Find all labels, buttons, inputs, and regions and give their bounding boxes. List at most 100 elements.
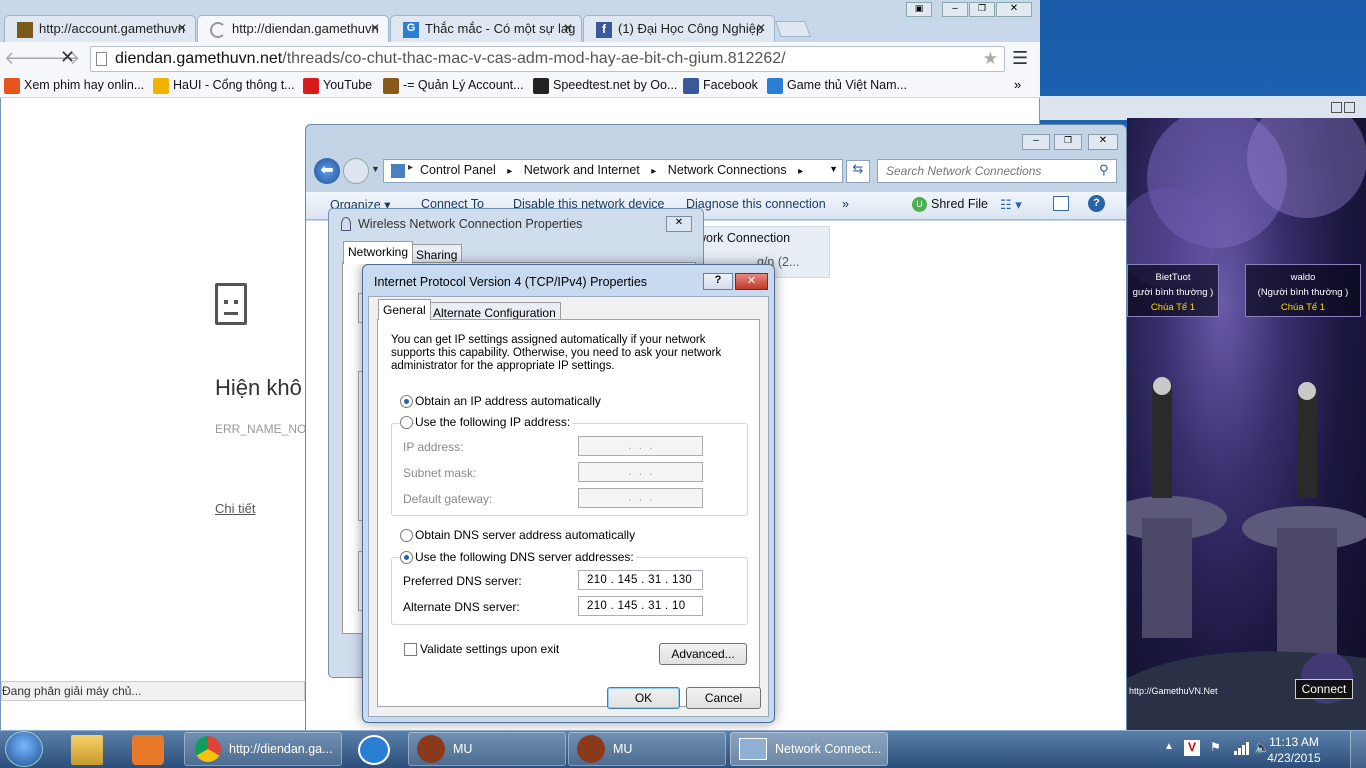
taskbar-item-mu[interactable]: MU <box>568 732 726 766</box>
explorer-address-bar[interactable]: ▸ Control Panel ▸ Network and Internet ▸… <box>383 159 843 183</box>
breadcrumb-arrow-icon[interactable]: ▸ <box>798 166 803 177</box>
view-options-icon[interactable]: ☷ ▾ <box>1000 197 1022 213</box>
bookmark-item[interactable]: HaUI - Cổng thông t... <box>153 78 295 94</box>
close-window-icon[interactable]: ✕ <box>996 2 1032 17</box>
forward-icon[interactable] <box>343 158 369 184</box>
page-icon <box>96 52 107 66</box>
close-tab-icon[interactable]: ✕ <box>756 21 766 35</box>
close-tab-icon[interactable]: ✕ <box>177 21 187 35</box>
use-following-ip-label[interactable]: Use the following IP address: <box>415 415 573 429</box>
more-bookmarks-icon[interactable]: » <box>1014 77 1021 92</box>
preferred-dns-field[interactable]: 210 . 145 . 31 . 130 <box>578 570 703 590</box>
breadcrumb-arrow-icon[interactable]: ▸ <box>408 162 413 173</box>
bookmark-item[interactable]: Game thủ Việt Nam... <box>767 78 907 94</box>
details-link[interactable]: Chi tiết <box>215 501 255 516</box>
restore-icon[interactable]: ❐ <box>969 2 995 17</box>
breadcrumb-arrow-icon[interactable]: ▸ <box>507 166 512 177</box>
tab-alternate-configuration[interactable]: Alternate Configuration <box>428 302 561 320</box>
connection-name: work Connection <box>697 231 791 245</box>
minimize-icon[interactable]: – <box>1022 134 1050 150</box>
browser-tab[interactable]: G Thắc mắc - Có một sự lag ✕ <box>390 15 582 42</box>
stop-loading-icon[interactable]: ✕ <box>60 47 75 68</box>
taskbar-item-mu[interactable]: MU <box>408 732 566 766</box>
breadcrumb-arrow-icon[interactable]: ▸ <box>651 166 656 177</box>
close-tab-icon[interactable]: ✕ <box>563 21 573 35</box>
user-icon[interactable]: ▣ <box>906 2 932 17</box>
browser-compass-icon[interactable] <box>358 735 390 765</box>
browser-tab-active[interactable]: http://diendan.gamethuvn ✕ <box>197 15 389 42</box>
show-hidden-icons-icon[interactable]: ▲ <box>1164 741 1174 752</box>
bookmark-item[interactable]: Speedtest.net by Oo... <box>533 78 677 94</box>
bookmark-item[interactable]: Facebook <box>683 78 758 94</box>
player-card-2[interactable]: waldo (Người bình thường ) Chúa Tể 1 <box>1245 264 1361 317</box>
tab-label: http://diendan.gamethuvn <box>232 21 379 36</box>
antivirus-tray-icon[interactable]: V <box>1184 740 1200 756</box>
close-dialog-icon[interactable]: ✕ <box>666 216 692 232</box>
refresh-icon[interactable]: ⇆ <box>846 160 870 183</box>
bookmark-item[interactable]: -= Quản Lý Account... <box>383 78 524 94</box>
preview-pane-icon[interactable] <box>1053 196 1069 211</box>
media-player-icon[interactable] <box>132 735 164 765</box>
chrome-menu-icon[interactable]: ☰ <box>1012 48 1028 69</box>
shred-file-button[interactable]: Shred File <box>931 197 988 211</box>
breadcrumb-item[interactable]: Network and Internet <box>524 163 640 177</box>
advanced-button[interactable]: Advanced... <box>659 643 747 665</box>
address-bar[interactable]: diendan.gamethuvn.net/threads/co-chut-th… <box>90 46 1005 72</box>
validate-checkbox[interactable] <box>404 643 417 656</box>
obtain-ip-auto-label[interactable]: Obtain an IP address automatically <box>415 394 601 408</box>
tab-networking[interactable]: Networking <box>343 241 414 264</box>
validate-label[interactable]: Validate settings upon exit <box>420 642 559 656</box>
game-window-titlebar[interactable] <box>1040 96 1366 120</box>
file-explorer-icon[interactable] <box>71 735 103 765</box>
explorer-window-controls: – ❐ ✕ <box>1022 134 1120 152</box>
ip-address-field[interactable]: . . . <box>578 436 703 456</box>
bookmark-item[interactable]: YouTube <box>303 78 372 94</box>
back-icon[interactable]: ⬅ <box>314 158 340 184</box>
new-tab-button[interactable] <box>775 21 811 37</box>
taskbar-item-chrome[interactable]: http://diendan.ga... <box>184 732 342 766</box>
gamethu-favicon-icon: G <box>403 22 419 38</box>
ok-button[interactable]: OK <box>607 687 680 709</box>
alternate-dns-field[interactable]: 210 . 145 . 31 . 10 <box>578 596 703 616</box>
wifi-signal-icon[interactable] <box>1234 741 1250 755</box>
bookmark-item[interactable]: Xem phim hay onlin... <box>4 78 144 94</box>
browser-tab[interactable]: http://account.gamethuvn ✕ <box>4 15 196 42</box>
browser-tab[interactable]: f (1) Đại Học Công Nghiệp ✕ <box>583 15 775 42</box>
use-following-ip-radio[interactable] <box>400 416 413 429</box>
use-following-dns-radio[interactable] <box>400 551 413 564</box>
obtain-ip-auto-radio[interactable] <box>400 395 413 408</box>
search-input[interactable]: Search Network Connections <box>877 159 1117 183</box>
tab-sharing[interactable]: Sharing <box>411 244 463 263</box>
address-dropdown-icon[interactable]: ▼ <box>829 164 838 174</box>
obtain-dns-auto-radio[interactable] <box>400 529 413 542</box>
help-icon[interactable]: ? <box>703 273 733 290</box>
close-dialog-icon[interactable]: ✕ <box>735 273 768 290</box>
show-desktop-button[interactable] <box>1350 731 1366 768</box>
diagnose-button[interactable]: Diagnose this connection <box>686 197 826 211</box>
close-window-icon[interactable]: ✕ <box>1088 134 1118 150</box>
breadcrumb-item[interactable]: Control Panel <box>420 163 496 177</box>
cancel-button[interactable]: Cancel <box>686 687 761 709</box>
more-commands-icon[interactable]: » <box>842 197 849 211</box>
player-card-1[interactable]: BietTuot gười bình thường ) Chúa Tể 1 <box>1127 264 1219 317</box>
close-tab-icon[interactable]: ✕ <box>370 21 380 35</box>
use-following-dns-label[interactable]: Use the following DNS server addresses: <box>415 550 636 564</box>
minimize-icon[interactable]: – <box>942 2 968 17</box>
ip-address-label: IP address: <box>403 440 464 454</box>
bookmark-star-icon[interactable]: ★ <box>983 49 998 69</box>
history-dropdown-icon[interactable]: ▼ <box>371 164 380 174</box>
obtain-dns-auto-label[interactable]: Obtain DNS server address automatically <box>415 528 635 542</box>
game-window-controls[interactable] <box>1331 102 1357 116</box>
start-button-icon[interactable] <box>5 731 43 767</box>
action-center-icon[interactable]: ⚑ <box>1210 740 1226 756</box>
maximize-icon[interactable]: ❐ <box>1054 134 1082 150</box>
connect-button[interactable]: Connect <box>1295 679 1353 699</box>
default-gateway-field[interactable]: . . . <box>578 488 703 508</box>
help-icon[interactable]: ? <box>1088 195 1105 212</box>
breadcrumb-item[interactable]: Network Connections <box>668 163 787 177</box>
subnet-mask-field[interactable]: . . . <box>578 462 703 482</box>
tab-label: http://account.gamethuvn <box>39 21 185 36</box>
tab-general[interactable]: General <box>378 299 431 320</box>
system-clock[interactable]: 11:13 AM 4/23/2015 <box>1262 734 1326 766</box>
taskbar-item-network-connections[interactable]: Network Connect... <box>730 732 888 766</box>
